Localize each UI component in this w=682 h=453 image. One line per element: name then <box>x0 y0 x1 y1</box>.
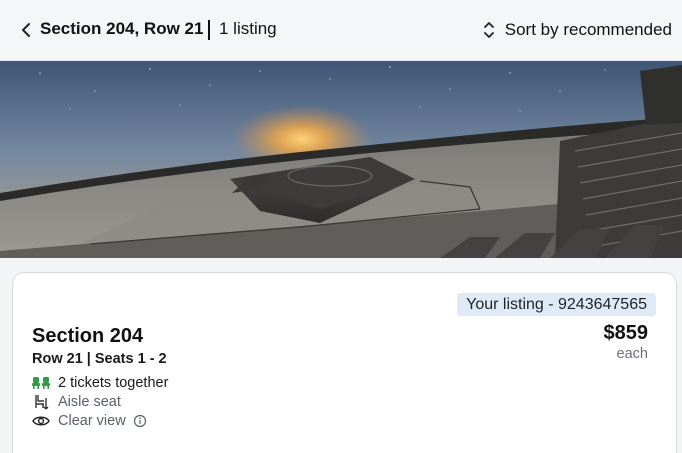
feature-label: 2 tickets together <box>58 375 169 391</box>
feature-aisle-seat: Aisle seat <box>32 393 121 411</box>
row-seats-text: Row 21 | Seats 1 - 2 <box>32 351 167 367</box>
page-header: Section 204, Row 21 1 listing Sort by re… <box>0 0 682 61</box>
seats-icon <box>32 374 50 392</box>
back-button[interactable] <box>18 20 34 40</box>
listing-count: 1 listing <box>219 19 277 38</box>
listing-card[interactable]: Your listing - 9243647565 Section 204 Ro… <box>12 272 677 453</box>
eye-icon <box>32 412 50 430</box>
title-divider <box>208 20 210 40</box>
page-title: Section 204, Row 21 <box>40 19 204 38</box>
aisle-seat-icon <box>32 393 50 411</box>
sort-updown-icon <box>483 22 494 38</box>
section-title: Section 204 <box>32 325 144 347</box>
price: $859 <box>603 322 649 344</box>
sort-button[interactable]: Sort by recommended <box>483 16 672 44</box>
feature-label: Clear view <box>58 413 126 429</box>
chevron-left-icon <box>22 23 30 37</box>
your-listing-badge: Your listing - 9243647565 <box>457 293 656 316</box>
feature-tickets-together: 2 tickets together <box>32 374 168 392</box>
info-icon[interactable] <box>133 414 147 428</box>
seat-view-image <box>0 61 682 258</box>
feature-clear-view: Clear view <box>32 412 147 430</box>
sort-label: Sort by recommended <box>504 20 672 39</box>
price-unit: each <box>616 346 648 362</box>
feature-label: Aisle seat <box>58 394 121 410</box>
